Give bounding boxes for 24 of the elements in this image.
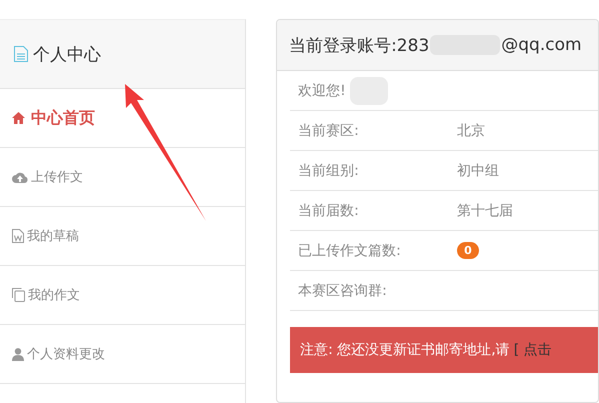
- document-icon: [14, 46, 28, 62]
- user-icon: [12, 348, 24, 360]
- sidebar-item[interactable]: 个人资料更改: [0, 325, 246, 384]
- field-label: 当前组别:: [298, 162, 360, 180]
- alert-link[interactable]: [ 点击: [514, 341, 552, 359]
- field-label: 本赛区咨询群:: [298, 282, 388, 300]
- field-value: 第十七届: [457, 202, 514, 220]
- sidebar-item[interactable]: 我的作文: [0, 266, 246, 325]
- count-badge: 0: [457, 242, 479, 259]
- cloud-upload-icon: [12, 172, 28, 182]
- sidebar-item[interactable]: 我的草稿: [0, 207, 246, 266]
- field-value: 北京: [457, 122, 486, 140]
- field-value: 初中组: [457, 162, 500, 180]
- welcome-text: 欢迎您!: [298, 82, 346, 100]
- word-file-icon: [12, 229, 24, 243]
- account-label: 当前登录账号:283: [289, 34, 430, 56]
- field-label: 当前赛区:: [298, 122, 360, 140]
- home-icon: [12, 112, 25, 124]
- field-label: 已上传作文篇数:: [298, 242, 402, 260]
- sidebar-title: 个人中心: [33, 44, 101, 66]
- account-domain: @qq.com: [501, 35, 582, 55]
- field-label: 当前届数:: [298, 202, 360, 220]
- alert-message: 注意: 您还没更新证书邮寄地址,请: [300, 341, 510, 359]
- copy-icon: [12, 288, 25, 302]
